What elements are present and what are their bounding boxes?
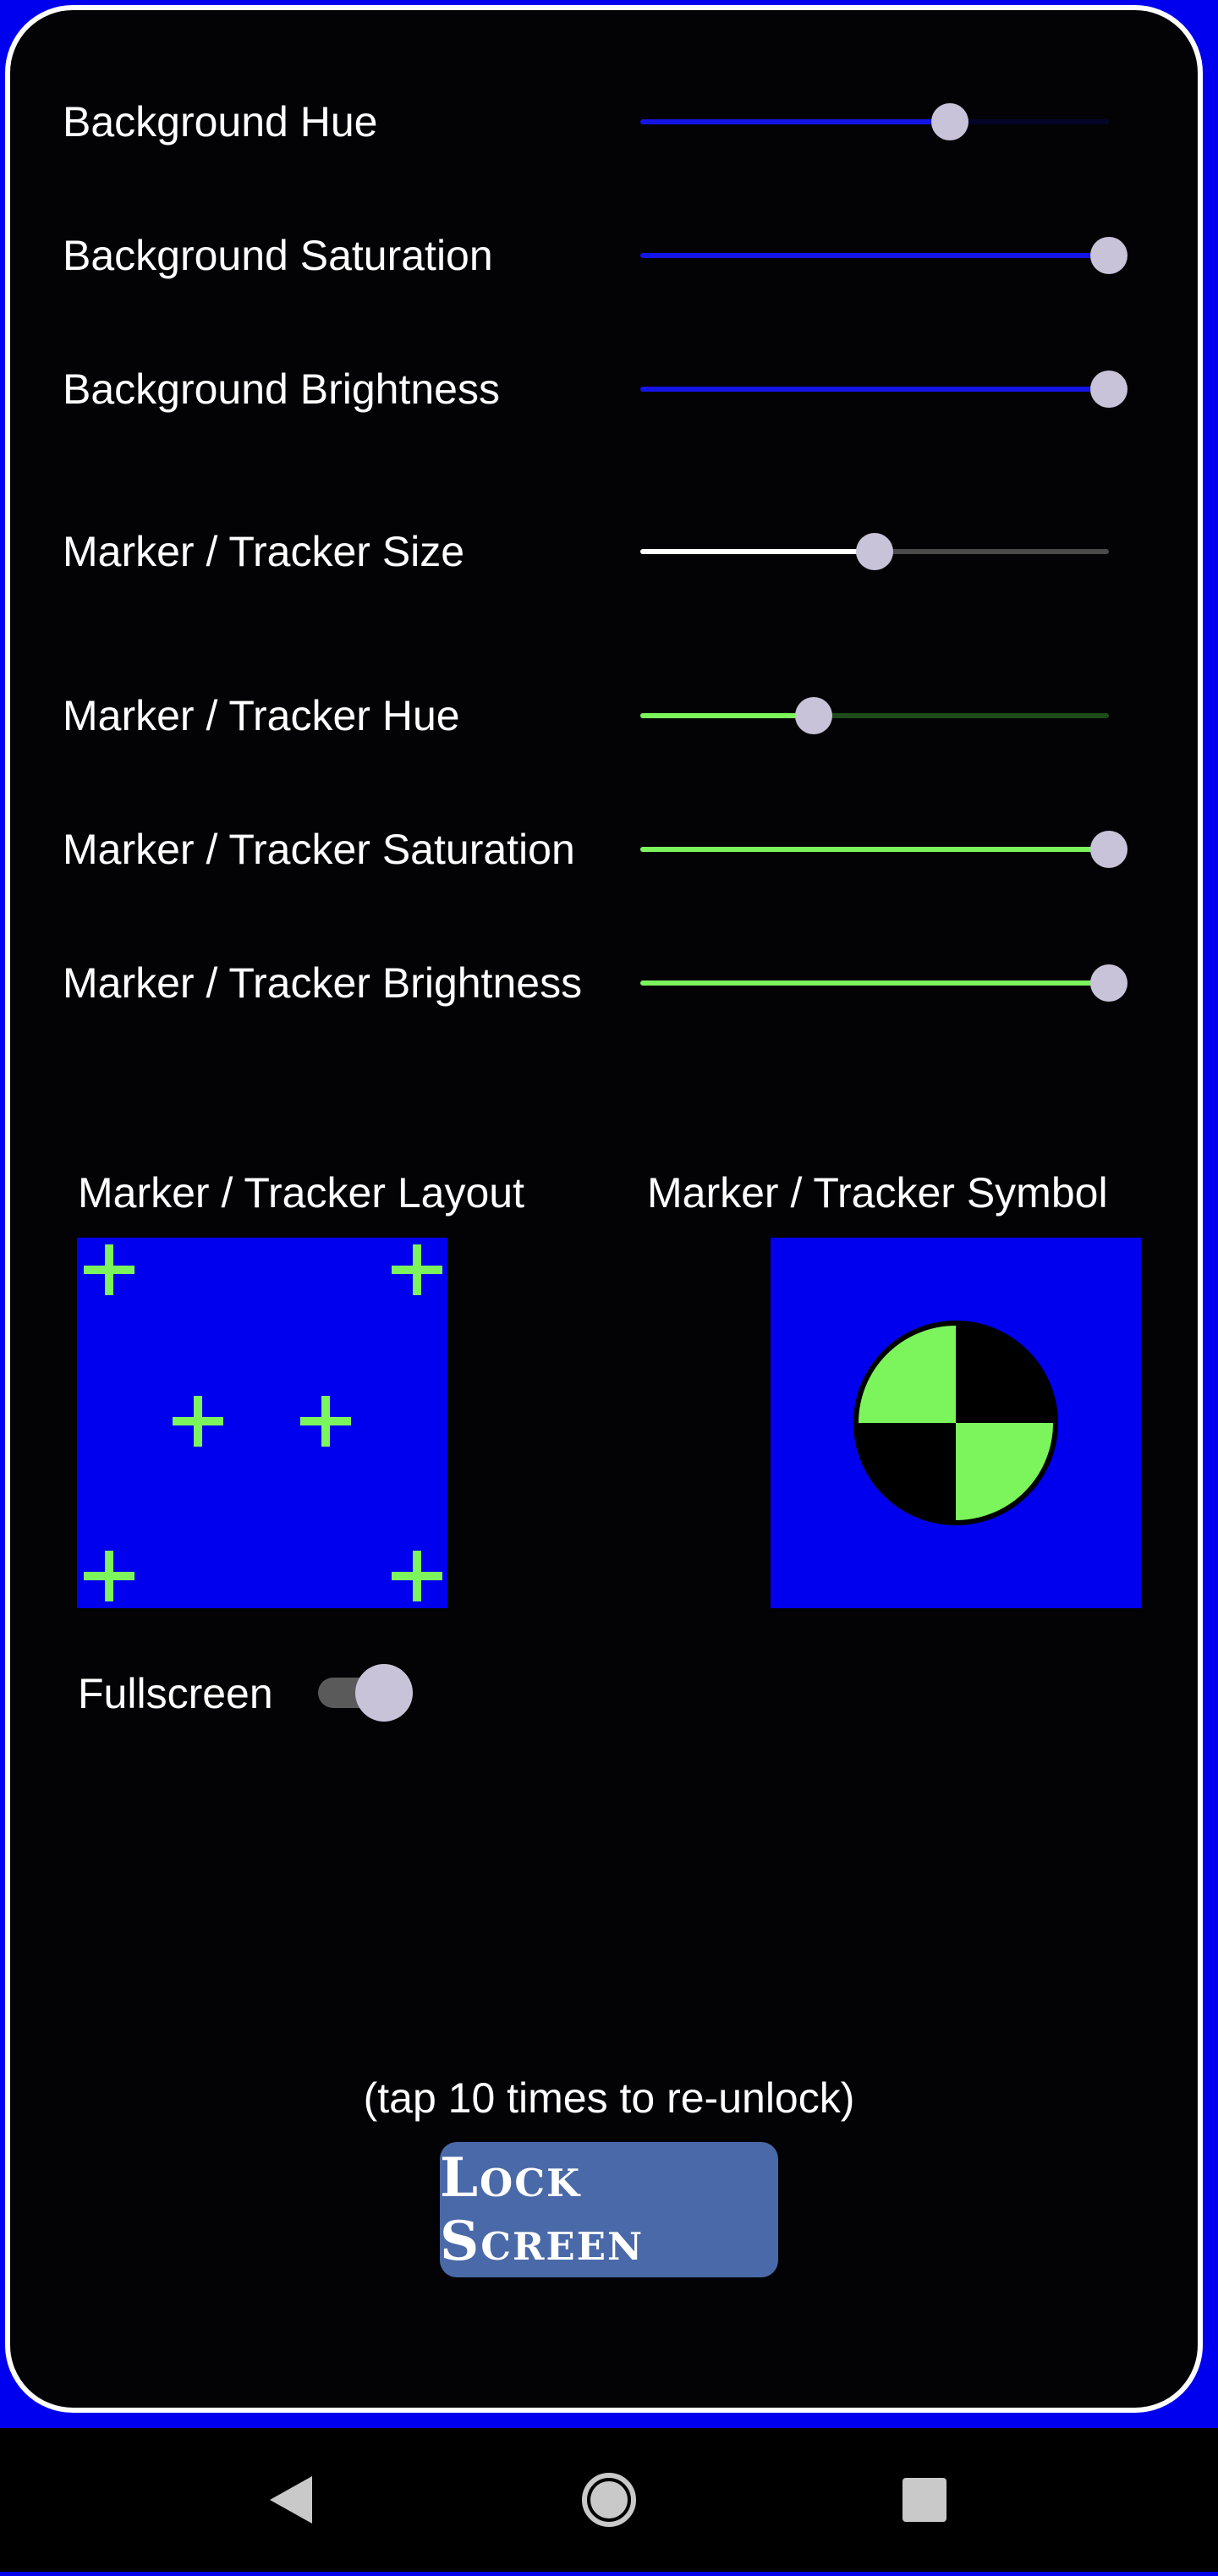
plus-marker-icon bbox=[84, 1244, 134, 1295]
plus-marker-icon bbox=[392, 1244, 442, 1295]
slider-thumb[interactable] bbox=[1090, 237, 1127, 274]
recents-square-icon bbox=[903, 2478, 946, 2522]
plus-marker-icon bbox=[392, 1551, 442, 1601]
nav-home-button[interactable] bbox=[550, 2428, 668, 2572]
background-saturation-label: Background Saturation bbox=[63, 232, 493, 279]
marker-size-label: Marker / Tracker Size bbox=[63, 528, 465, 575]
slider-fill bbox=[640, 713, 814, 718]
background-saturation-slider[interactable] bbox=[640, 237, 1127, 274]
system-nav-bar bbox=[0, 2428, 1218, 2572]
background-hue-slider[interactable] bbox=[640, 103, 1109, 140]
slider-fill bbox=[640, 549, 875, 554]
marker-layout-picker[interactable] bbox=[77, 1238, 447, 1608]
background-brightness-label: Background Brightness bbox=[63, 365, 500, 413]
nav-back-button[interactable] bbox=[231, 2428, 349, 2572]
background-saturation-row: Background Saturation bbox=[0, 222, 1218, 289]
unlock-hint: (tap 10 times to re-unlock) bbox=[363, 2074, 855, 2122]
marker-size-slider[interactable] bbox=[640, 533, 1109, 570]
layout-label: Marker / Tracker Layout bbox=[78, 1169, 524, 1217]
marker-saturation-label: Marker / Tracker Saturation bbox=[63, 826, 575, 873]
plus-marker-icon bbox=[84, 1551, 134, 1601]
slider-fill bbox=[640, 980, 1109, 986]
marker-brightness-slider[interactable] bbox=[640, 964, 1127, 1002]
background-hue-label: Background Hue bbox=[63, 98, 378, 146]
back-triangle-icon bbox=[270, 2476, 312, 2524]
background-brightness-slider[interactable] bbox=[640, 371, 1127, 408]
fullscreen-toggle[interactable] bbox=[318, 1664, 416, 1722]
marker-saturation-slider[interactable] bbox=[640, 831, 1127, 868]
lock-screen-button[interactable]: Lock Screen bbox=[440, 2142, 778, 2277]
marker-size-row: Marker / Tracker Size bbox=[0, 518, 1218, 585]
marker-brightness-row: Marker / Tracker Brightness bbox=[0, 949, 1218, 1017]
background-hue-row: Background Hue bbox=[0, 88, 1218, 156]
slider-thumb[interactable] bbox=[1090, 831, 1127, 868]
checkered-target-icon bbox=[853, 1321, 1058, 1525]
fullscreen-label: Fullscreen bbox=[78, 1670, 273, 1717]
toggle-thumb bbox=[355, 1664, 413, 1722]
slider-thumb[interactable] bbox=[1090, 371, 1127, 408]
background-brightness-row: Background Brightness bbox=[0, 355, 1218, 423]
marker-hue-label: Marker / Tracker Hue bbox=[63, 692, 460, 739]
marker-symbol-picker[interactable] bbox=[771, 1238, 1141, 1608]
slider-thumb[interactable] bbox=[931, 103, 968, 140]
marker-hue-slider[interactable] bbox=[640, 697, 1109, 734]
plus-marker-icon bbox=[300, 1396, 351, 1447]
slider-fill bbox=[640, 253, 1109, 258]
slider-thumb[interactable] bbox=[795, 697, 832, 734]
nav-recents-button[interactable] bbox=[865, 2428, 984, 2572]
marker-hue-row: Marker / Tracker Hue bbox=[0, 682, 1218, 750]
slider-thumb[interactable] bbox=[1090, 964, 1127, 1002]
slider-fill bbox=[640, 119, 950, 124]
home-circle-icon bbox=[582, 2473, 636, 2527]
marker-brightness-label: Marker / Tracker Brightness bbox=[63, 959, 583, 1007]
plus-marker-icon bbox=[173, 1396, 223, 1447]
symbol-label: Marker / Tracker Symbol bbox=[647, 1169, 1108, 1217]
marker-saturation-row: Marker / Tracker Saturation bbox=[0, 816, 1218, 883]
slider-fill bbox=[640, 847, 1109, 852]
slider-fill bbox=[640, 387, 1109, 392]
slider-thumb[interactable] bbox=[856, 533, 893, 570]
